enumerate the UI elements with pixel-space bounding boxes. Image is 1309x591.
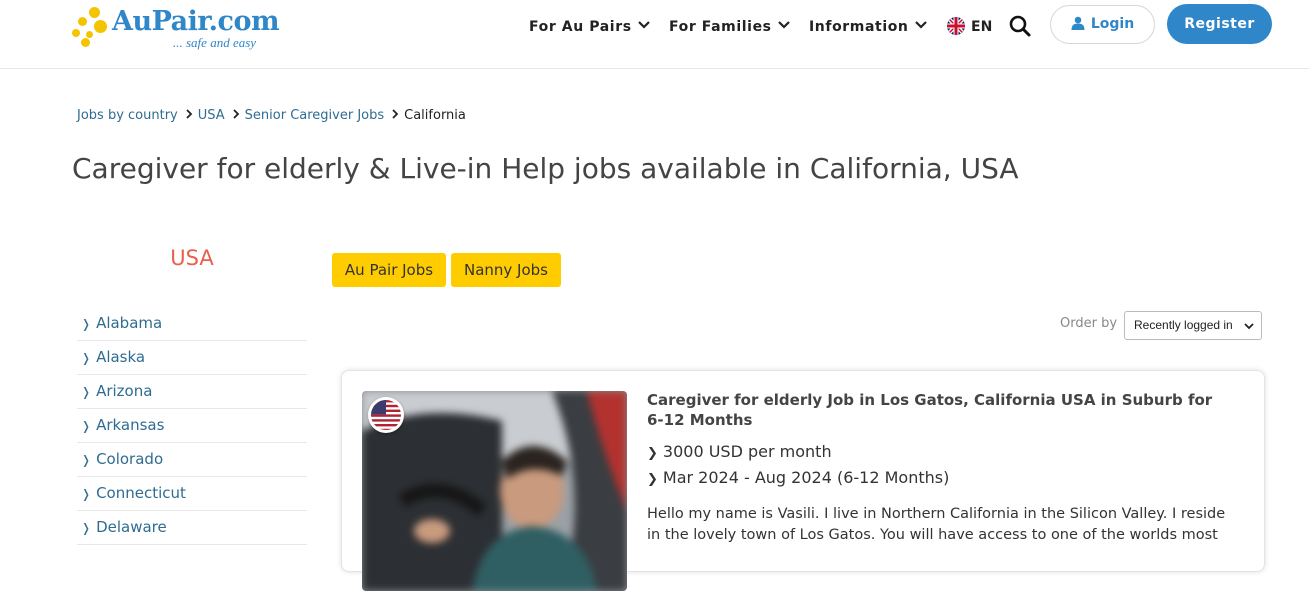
job-listing-card[interactable]: Caregiver for elderly Job in Los Gatos, … — [341, 370, 1265, 591]
state-link[interactable]: ❭ Alabama — [77, 307, 307, 341]
state-link[interactable]: ❭ Arizona — [77, 375, 307, 409]
sidebar-title: USA — [170, 246, 214, 270]
breadcrumb: Jobs by country USA Senior Caregiver Jobs C… — [77, 108, 466, 123]
arrow-right-icon: ❭ — [81, 453, 92, 467]
nav-for-families[interactable]: For Families — [669, 17, 790, 35]
state-label: Delaware — [96, 518, 167, 536]
search-button[interactable] — [1008, 14, 1034, 40]
listing-title[interactable]: Caregiver for elderly Job in Los Gatos, … — [647, 390, 1217, 430]
logo-name: AuPair.com — [112, 6, 280, 37]
chevron-down-icon — [777, 17, 790, 33]
nav-for-au-pairs[interactable]: For Au Pairs — [529, 17, 650, 35]
state-link[interactable]: ❭ Arkansas — [77, 409, 307, 443]
listing-salary-text: 3000 USD per month — [662, 442, 832, 461]
state-label: Alabama — [96, 314, 163, 332]
listing-photo[interactable] — [362, 391, 627, 591]
state-label: Connecticut — [96, 484, 186, 502]
listing-description: Hello my name is Vasili. I live in North… — [647, 506, 1226, 543]
breadcrumb-jobs-by-country[interactable]: Jobs by country — [77, 108, 178, 123]
arrow-right-icon: ❭ — [81, 521, 92, 535]
register-button[interactable]: Register — [1167, 4, 1272, 44]
arrow-right-icon — [186, 108, 193, 123]
nanny-jobs-button[interactable]: Nanny Jobs — [451, 253, 561, 287]
uk-flag-icon — [947, 17, 965, 35]
arrow-right-icon: ❭ — [81, 487, 92, 501]
nav-information[interactable]: Information — [809, 17, 927, 35]
state-list: ❭ Alabama ❭ Alaska ❭ Arizona ❭ Arkansas ❭ Col… — [77, 307, 307, 545]
site-logo[interactable]: AuPair.com ... safe and easy — [72, 6, 280, 56]
chevron-down-icon — [914, 17, 927, 33]
order-by-label: Order by — [1060, 316, 1118, 331]
language-code: EN — [971, 19, 993, 35]
arrow-right-icon: ❭ — [81, 351, 92, 365]
breadcrumb-usa[interactable]: USA — [198, 108, 225, 123]
logo-dots-icon — [72, 6, 112, 50]
logo-tagline: ... safe and easy — [173, 35, 257, 50]
login-button[interactable]: Login — [1050, 5, 1155, 44]
state-label: Alaska — [96, 348, 146, 366]
arrow-right-icon — [392, 108, 399, 123]
user-icon — [1071, 16, 1085, 30]
search-icon — [1009, 15, 1031, 37]
arrow-right-icon: ❯ — [647, 472, 658, 487]
breadcrumb-senior-caregiver-jobs[interactable]: Senior Caregiver Jobs — [245, 108, 384, 123]
chevron-down-icon — [1244, 313, 1254, 340]
listing-period: ❯ Mar 2024 - Aug 2024 (6-12 Months) — [647, 468, 949, 487]
state-link[interactable]: ❭ Colorado — [77, 443, 307, 477]
arrow-right-icon: ❯ — [647, 446, 658, 461]
arrow-right-icon: ❭ — [81, 317, 92, 331]
breadcrumb-current: California — [404, 108, 466, 123]
state-link[interactable]: ❭ Delaware — [77, 511, 307, 545]
arrow-right-icon — [233, 108, 240, 123]
chevron-down-icon — [637, 17, 650, 33]
listing-salary: ❯ 3000 USD per month — [647, 442, 832, 461]
order-by-value: Recently logged in — [1134, 318, 1233, 332]
nav-label: For Au Pairs — [529, 19, 632, 35]
arrow-right-icon: ❭ — [81, 385, 92, 399]
us-flag-icon — [368, 397, 404, 433]
state-label: Arkansas — [96, 416, 165, 434]
language-selector[interactable]: EN — [947, 17, 992, 35]
au-pair-jobs-button[interactable]: Au Pair Jobs — [332, 253, 446, 287]
state-link[interactable]: ❭ Alaska — [77, 341, 307, 375]
state-label: Arizona — [96, 382, 153, 400]
register-label: Register — [1184, 16, 1255, 32]
login-label: Login — [1090, 16, 1135, 32]
listing-period-text: Mar 2024 - Aug 2024 (6-12 Months) — [662, 468, 950, 487]
arrow-right-icon: ❭ — [81, 419, 92, 433]
site-header: AuPair.com ... safe and easy For Au Pair… — [0, 0, 1309, 69]
order-by-select[interactable]: Recently logged in — [1124, 311, 1262, 340]
page-title: Caregiver for elderly & Live-in Help job… — [72, 152, 1019, 185]
state-label: Colorado — [96, 450, 164, 468]
state-link[interactable]: ❭ Connecticut — [77, 477, 307, 511]
nav-label: For Families — [669, 19, 772, 35]
nav-label: Information — [809, 19, 909, 35]
